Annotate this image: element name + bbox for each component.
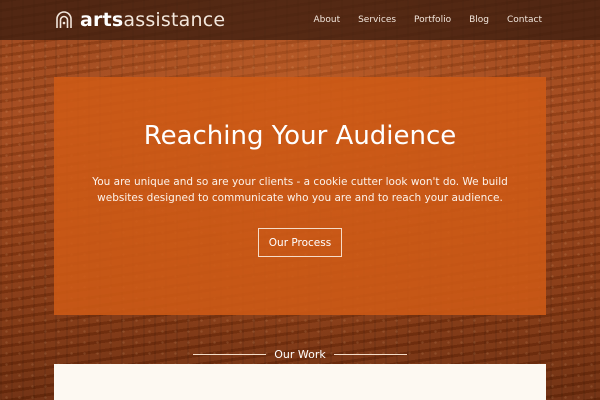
brand-name-light: assistance <box>123 9 226 31</box>
our-work-heading: Our Work <box>274 347 326 361</box>
main-nav: About Services Portfolio Blog Contact <box>313 15 542 25</box>
hero-title: Reaching Your Audience <box>143 121 457 151</box>
nav-item-blog[interactable]: Blog <box>469 15 489 25</box>
nav-item-about[interactable]: About <box>313 15 340 25</box>
brand-name-bold: arts <box>80 9 124 31</box>
divider-line-right <box>333 353 408 355</box>
hero-description: You are unique and so are your clients -… <box>92 176 508 204</box>
top-navbar: artsassistance About Services Portfolio … <box>0 0 600 40</box>
nav-item-portfolio[interactable]: Portfolio <box>414 15 451 25</box>
nav-item-services[interactable]: Services <box>358 15 396 25</box>
brand-logo-link[interactable]: artsassistance <box>54 9 225 31</box>
brand-name: artsassistance <box>80 9 225 31</box>
hero-box: Reaching Your Audience You are unique an… <box>54 77 546 315</box>
divider-line-left <box>193 353 267 355</box>
our-work-panel <box>54 364 546 400</box>
our-process-button[interactable]: Our Process <box>258 228 342 257</box>
arts-assistance-logo-icon <box>56 11 72 28</box>
nav-item-contact[interactable]: Contact <box>507 15 542 25</box>
our-work-divider: Our Work <box>193 346 408 362</box>
